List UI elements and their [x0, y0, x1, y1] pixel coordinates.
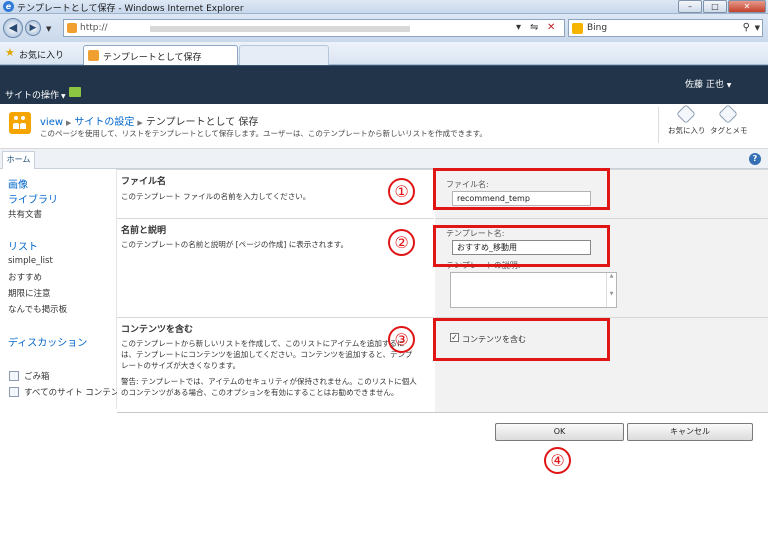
annotation-number-4: ④: [544, 447, 571, 474]
include-content-info: コンテンツを含む このテンプレートから新しいリストを作成して、このリストにアイテ…: [117, 317, 434, 412]
nav-deadline[interactable]: 期限に注意: [8, 287, 51, 299]
address-url: http://: [80, 23, 108, 33]
favorite-label: お気に入り: [668, 126, 706, 135]
tags-notes-button[interactable]: タグとメモ: [710, 104, 748, 136]
nav-libraries[interactable]: ライブラリ: [8, 191, 58, 206]
include-content-description: このテンプレートから新しいリストを作成して、このリストにアイテムを追加するには、…: [121, 339, 413, 370]
new-tab-button[interactable]: [239, 45, 329, 65]
browser-navbar: ◀ ▶ ▼ http:// ▾ ⇋ ✕ Bing ⚲ ▼: [0, 14, 768, 42]
bing-icon: [572, 23, 583, 34]
nav-discussions[interactable]: ディスカッション: [8, 334, 87, 349]
user-name: 佐藤 正也: [685, 80, 724, 90]
window-title: テンプレートとして保存 - Windows Internet Explorer: [17, 4, 244, 14]
nav-images[interactable]: 画像: [8, 176, 28, 191]
back-button[interactable]: ◀: [3, 18, 23, 38]
browser-tab-active[interactable]: テンプレートとして保存: [83, 45, 238, 65]
stop-icon[interactable]: ✕: [547, 22, 555, 33]
favorites-star-icon[interactable]: ★: [5, 46, 15, 59]
maximize-button[interactable]: □: [703, 0, 727, 13]
address-bar[interactable]: http:// ▾ ⇋ ✕: [63, 19, 565, 37]
annotation-box-1: [433, 168, 610, 210]
site-favicon-icon: [67, 23, 77, 33]
page-title: テンプレートとして 保存: [145, 117, 259, 128]
tags-notes-label: タグとメモ: [710, 126, 748, 135]
nav-lists[interactable]: リスト: [8, 238, 38, 253]
breadcrumb-separator-icon: ▶: [66, 119, 72, 127]
nav-all-site-content[interactable]: すべてのサイト コンテンツ: [24, 386, 128, 398]
name-description-title: 名前と説明: [121, 226, 167, 236]
tab-title: テンプレートとして保存: [103, 53, 202, 63]
search-box[interactable]: Bing ⚲ ▼: [568, 19, 763, 37]
page-description: このページを使用して、リストをテンプレートとして保存します。ユーザーは、このテン…: [40, 129, 487, 138]
button-bar: OK キャンセル: [117, 412, 768, 546]
annotation-box-2: [433, 225, 610, 267]
help-icon[interactable]: ?: [749, 153, 761, 165]
search-dropdown-icon[interactable]: ▼: [755, 24, 760, 32]
ie-logo-icon: e: [3, 1, 14, 12]
forward-button[interactable]: ▶: [25, 20, 41, 36]
close-button[interactable]: ✕: [728, 0, 766, 13]
header-divider: [658, 107, 659, 143]
tab-favicon-icon: [88, 50, 99, 61]
favorite-button[interactable]: お気に入り: [668, 104, 706, 136]
breadcrumb-site[interactable]: view: [40, 117, 63, 128]
favorites-bar: ★ お気に入り テンプレートとして保存: [0, 42, 768, 65]
compat-view-icon[interactable]: ⇋: [530, 22, 538, 33]
page-header: view ▶ サイトの設定 ▶ テンプレートとして 保存 このページを使用して、リストを…: [0, 104, 768, 149]
window-titlebar: e テンプレートとして保存 - Windows Internet Explore…: [0, 0, 768, 14]
annotation-number-2: ②: [388, 229, 415, 256]
history-dropdown-icon[interactable]: ▼: [46, 25, 51, 33]
site-actions-menu[interactable]: サイトの操作 ▼: [5, 88, 66, 101]
address-redacted: [150, 26, 410, 32]
ok-button[interactable]: OK: [495, 423, 624, 441]
include-content-warning: 警告: テンプレートでは、アイテムのセキュリティが保持されません。このリストに個…: [121, 377, 417, 397]
file-name-description: このテンプレート ファイルの名前を入力してください。: [121, 192, 311, 201]
search-engine-label: Bing: [587, 23, 608, 33]
annotation-number-3: ③: [388, 326, 415, 353]
annotation-number-1: ①: [388, 178, 415, 205]
minimize-button[interactable]: –: [678, 0, 702, 13]
chevron-down-icon: ▼: [61, 93, 66, 100]
site-actions-label: サイトの操作: [5, 91, 60, 101]
nav-bulletin-board[interactable]: なんでも掲示板: [8, 303, 67, 315]
name-description-text: このテンプレートの名前と説明が [ページの作成] に表示されます。: [121, 240, 348, 249]
user-menu[interactable]: 佐藤 正也 ▼: [685, 77, 731, 90]
tag-icon: [676, 104, 696, 124]
ribbon-tab-row: ホーム ?: [0, 149, 768, 169]
all-content-icon: [9, 387, 19, 397]
search-icon[interactable]: ⚲: [743, 22, 750, 33]
template-description-input[interactable]: ▲ ▼: [450, 272, 617, 308]
sharepoint-ribbon: サイトの操作 ▼ 佐藤 正也 ▼: [0, 65, 768, 104]
name-description-info: 名前と説明 このテンプレートの名前と説明が [ページの作成] に表示されます。: [117, 218, 434, 317]
nav-recommend[interactable]: おすすめ: [8, 271, 42, 283]
notes-icon: [718, 104, 738, 124]
breadcrumb: view ▶ サイトの設定 ▶ テンプレートとして 保存: [40, 113, 258, 128]
textarea-scrollbar[interactable]: ▲ ▼: [606, 273, 616, 307]
favorites-button[interactable]: お気に入り: [19, 48, 64, 61]
window-controls: – □ ✕: [677, 0, 766, 13]
breadcrumb-separator-icon: ▶: [137, 119, 143, 127]
user-chevron-down-icon: ▼: [726, 82, 732, 89]
address-dropdown-icon[interactable]: ▾: [516, 22, 521, 33]
file-name-info: ファイル名 このテンプレート ファイルの名前を入力してください。: [117, 169, 434, 218]
nav-recycle-bin[interactable]: ごみ箱: [24, 370, 50, 382]
file-name-title: ファイル名: [121, 177, 167, 187]
site-logo-icon: [9, 112, 31, 134]
breadcrumb-settings[interactable]: サイトの設定: [74, 117, 134, 128]
nav-simple-list[interactable]: simple_list: [8, 256, 53, 266]
tab-home[interactable]: ホーム: [2, 151, 35, 169]
include-content-title: コンテンツを含む: [121, 325, 194, 335]
annotation-box-3: [433, 318, 610, 361]
navigate-up-icon[interactable]: [69, 87, 81, 97]
recycle-bin-icon: [9, 371, 19, 381]
cancel-button[interactable]: キャンセル: [627, 423, 753, 441]
quick-launch: 画像 ライブラリ 共有文書 リスト simple_list おすすめ 期限に注意…: [0, 169, 128, 409]
nav-shared-documents[interactable]: 共有文書: [8, 208, 42, 220]
